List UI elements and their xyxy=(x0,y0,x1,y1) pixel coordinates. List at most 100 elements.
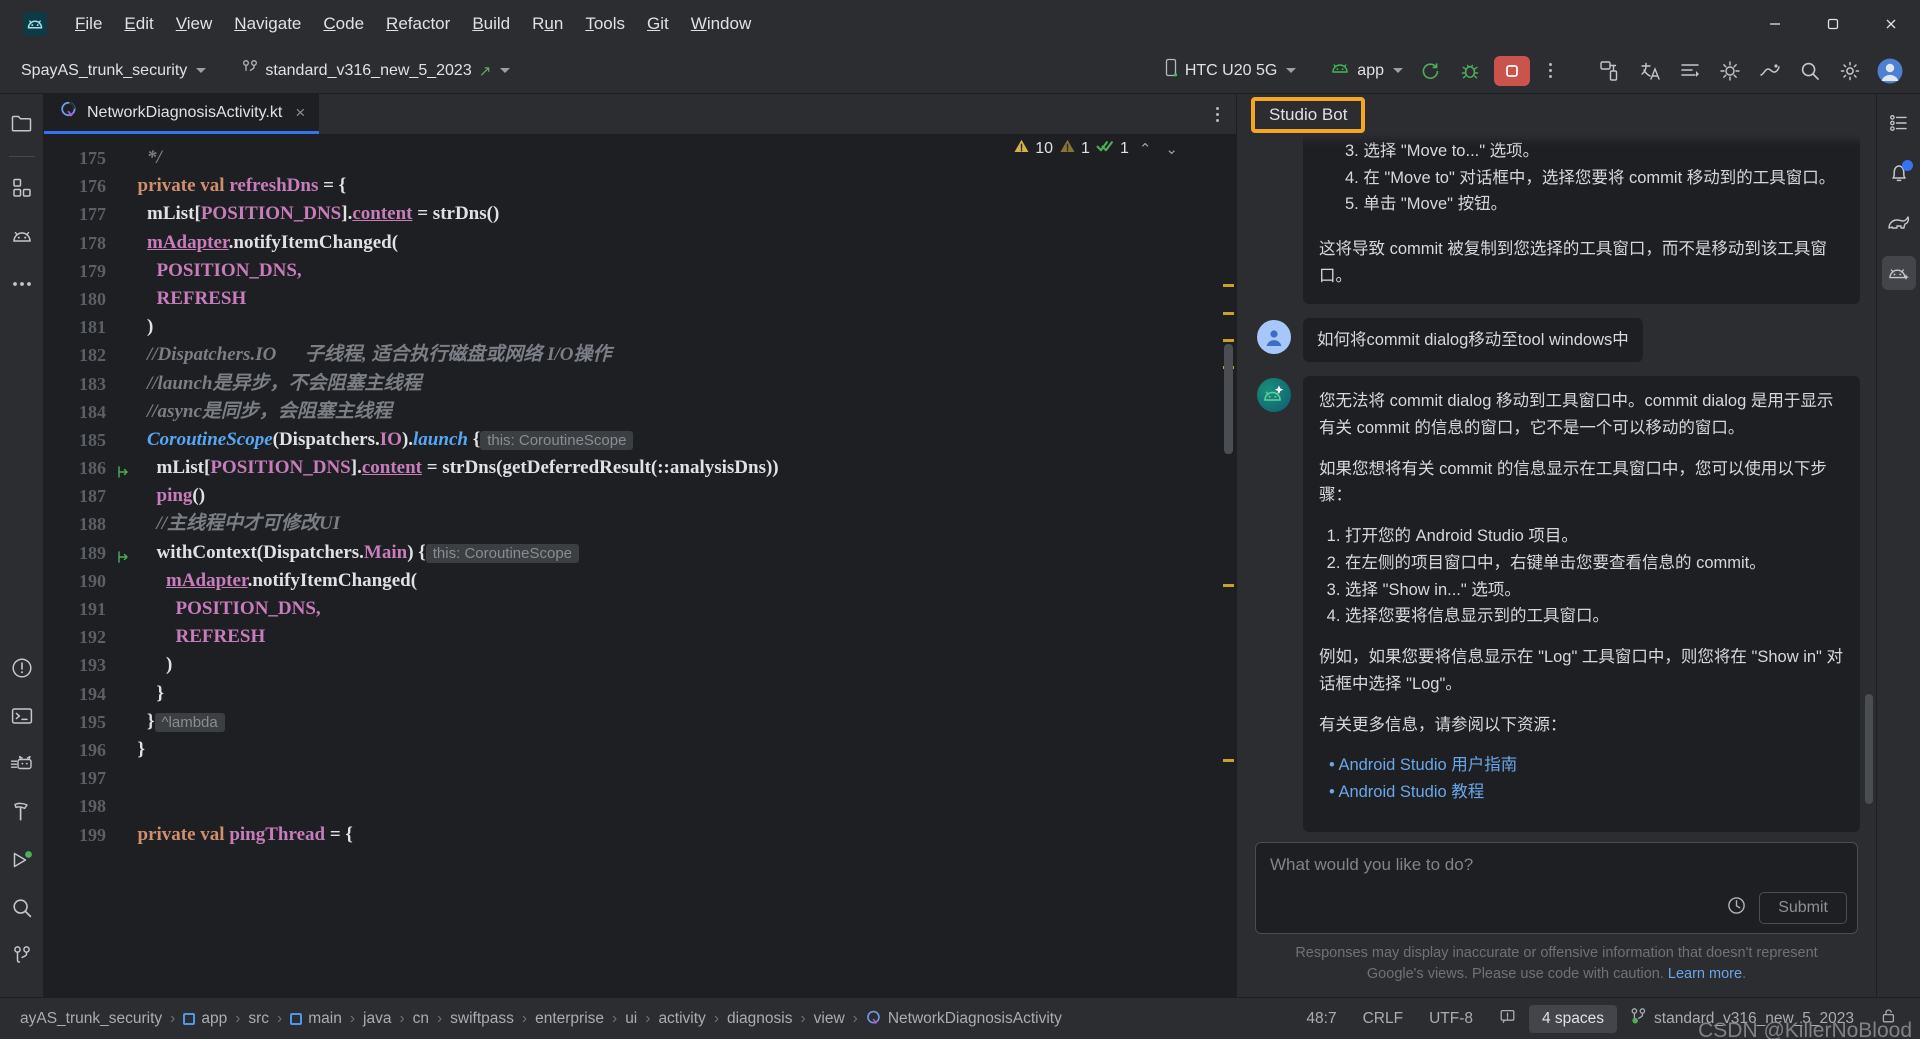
code-line[interactable]: POSITION_DNS, xyxy=(116,595,1220,623)
lock-icon[interactable] xyxy=(1867,1002,1910,1035)
breadcrumb-item[interactable]: view xyxy=(808,1007,851,1031)
translate-icon[interactable] xyxy=(1633,54,1667,88)
more-tool-windows-icon[interactable] xyxy=(5,267,39,301)
code-line[interactable]: mList[POSITION_DNS].content = strDns(get… xyxy=(116,454,1220,482)
menu-item-build[interactable]: Build xyxy=(461,9,521,39)
code-line[interactable]: POSITION_DNS, xyxy=(116,257,1220,285)
code-line[interactable]: ) xyxy=(116,651,1220,679)
code-line[interactable]: private val pingThread = { xyxy=(116,821,1220,849)
code-line[interactable] xyxy=(116,792,1220,820)
branch-selector[interactable]: standard_v316_new_5_2023 ↗ xyxy=(235,55,517,86)
indent-setting[interactable]: 4 spaces xyxy=(1529,1004,1618,1033)
encoding[interactable]: UTF-8 xyxy=(1416,1005,1486,1033)
breadcrumb-item[interactable]: NetworkDiagnosisActivity xyxy=(860,1007,1068,1031)
breadcrumb-item[interactable]: src xyxy=(242,1007,275,1031)
problems-icon[interactable] xyxy=(5,651,39,685)
inspection-widget[interactable]: 10 1 1 ⌃ ⌄ xyxy=(1013,138,1182,159)
menu-item-file[interactable]: File xyxy=(64,9,113,39)
run-icon[interactable] xyxy=(5,843,39,877)
code-line[interactable]: withContext(Dispatchers.Main) {this: Cor… xyxy=(116,539,1220,567)
code-line[interactable]: } ^lambda xyxy=(116,708,1220,736)
find-icon[interactable] xyxy=(5,891,39,925)
breadcrumb-item[interactable]: diagnosis xyxy=(721,1007,799,1031)
weak-warning-count[interactable]: 1 xyxy=(1059,138,1090,159)
breadcrumb-item[interactable]: main xyxy=(284,1007,348,1031)
code-line[interactable]: CoroutineScope(Dispatchers.IO).launch {t… xyxy=(116,426,1220,454)
breadcrumb-item[interactable]: activity xyxy=(652,1007,711,1031)
bell-icon[interactable] xyxy=(1882,156,1916,190)
terminal-icon[interactable] xyxy=(5,699,39,733)
project-selector[interactable]: SpayAS_trunk_security xyxy=(14,58,213,84)
code-line[interactable]: } xyxy=(116,680,1220,708)
bot-resource-link[interactable]: Android Studio 教程 xyxy=(1329,779,1844,806)
debug-icon[interactable] xyxy=(1453,54,1487,88)
menu-item-view[interactable]: View xyxy=(165,9,224,39)
code-line[interactable]: //主线程中才可修改UI xyxy=(116,510,1220,538)
more-actions-icon[interactable] xyxy=(1537,56,1563,86)
breadcrumb-item[interactable]: swiftpass xyxy=(444,1007,520,1031)
settings-gear-icon[interactable] xyxy=(1833,54,1867,88)
android-resource-icon[interactable] xyxy=(5,219,39,253)
code-line[interactable] xyxy=(116,764,1220,792)
menu-item-window[interactable]: Window xyxy=(680,9,762,39)
editor-marker-bar[interactable] xyxy=(1220,134,1236,997)
menu-item-refactor[interactable]: Refactor xyxy=(375,9,461,39)
logcat-icon[interactable] xyxy=(5,747,39,781)
breadcrumb-item[interactable]: app xyxy=(177,1007,233,1031)
menu-item-code[interactable]: Code xyxy=(312,9,375,39)
editor-more-icon[interactable] xyxy=(1204,99,1230,129)
chat-message-list[interactable]: 3. 选择 "Move to..." 选项。 4. 在 "Move to" 对话… xyxy=(1237,134,1876,832)
code-line[interactable]: REFRESH xyxy=(116,285,1220,313)
chevron-up-icon[interactable]: ⌃ xyxy=(1135,140,1156,158)
account-avatar-icon[interactable] xyxy=(1873,54,1907,88)
breadcrumb-item[interactable]: enterprise xyxy=(529,1007,610,1031)
breadcrumb-item[interactable]: cn xyxy=(407,1007,435,1031)
run-config-selector[interactable]: app xyxy=(1323,57,1410,84)
breadcrumb-item[interactable]: ui xyxy=(619,1007,643,1031)
learn-more-link[interactable]: Learn more xyxy=(1668,966,1742,982)
chat-scrollbar-thumb[interactable] xyxy=(1865,694,1873,804)
read-only-indicator-icon[interactable] xyxy=(1486,1003,1529,1035)
bot-resource-link[interactable]: Android Studio 用户指南 xyxy=(1329,752,1844,779)
close-icon[interactable] xyxy=(1862,0,1920,48)
menu-item-git[interactable]: Git xyxy=(636,9,680,39)
clock-history-icon[interactable] xyxy=(1726,895,1747,921)
minimize-icon[interactable] xyxy=(1746,0,1804,48)
check-count[interactable]: 1 xyxy=(1096,138,1129,159)
device-selector[interactable]: HTC U20 5G xyxy=(1157,54,1303,87)
chevron-down-icon[interactable]: ⌄ xyxy=(1161,140,1182,158)
code-line[interactable]: ) xyxy=(116,313,1220,341)
notifications-list-icon[interactable] xyxy=(1882,106,1916,140)
device-manager-icon[interactable] xyxy=(1593,54,1627,88)
caret-position[interactable]: 48:7 xyxy=(1293,1005,1349,1033)
code-line[interactable]: } xyxy=(116,736,1220,764)
studio-bot-icon[interactable] xyxy=(1881,256,1916,290)
build-icon[interactable] xyxy=(5,795,39,829)
editor-area[interactable]: 175 176 177 178 179 180 181 182 183 184 185 186 187 1… xyxy=(44,134,1236,997)
git-icon[interactable] xyxy=(5,939,39,973)
code-line[interactable]: //async是同步，会阻塞主线程 xyxy=(116,398,1220,426)
sync-icon[interactable] xyxy=(1413,54,1447,88)
code-line[interactable]: //Dispatchers.IO 子线程, 适合执行磁盘或网络 I/O操作 xyxy=(116,341,1220,369)
branch-status[interactable]: standard_v316_new_5_2023 xyxy=(1617,1002,1867,1035)
maximize-icon[interactable] xyxy=(1804,0,1862,48)
search-icon[interactable] xyxy=(1793,54,1827,88)
layout-inspector-icon[interactable] xyxy=(1673,54,1707,88)
code-line[interactable]: mList[POSITION_DNS].content = strDns() xyxy=(116,200,1220,228)
code-line[interactable]: REFRESH xyxy=(116,623,1220,651)
line-separator[interactable]: CRLF xyxy=(1350,1005,1416,1033)
menu-item-tools[interactable]: Tools xyxy=(574,9,636,39)
logcat-icon[interactable] xyxy=(1753,54,1787,88)
prompt-input[interactable]: What would you like to do? Submit xyxy=(1255,841,1858,934)
editor-scrollbar-thumb[interactable] xyxy=(1224,344,1233,454)
code-line[interactable]: mAdapter.notifyItemChanged( xyxy=(116,229,1220,257)
menu-item-navigate[interactable]: Navigate xyxy=(223,9,312,39)
stop-button[interactable] xyxy=(1494,55,1530,86)
editor-tab[interactable]: NetworkDiagnosisActivity.kt × xyxy=(44,94,320,134)
code-line[interactable]: mAdapter.notifyItemChanged( xyxy=(116,567,1220,595)
breadcrumb-item[interactable]: ayAS_trunk_security xyxy=(14,1007,168,1031)
project-icon[interactable] xyxy=(5,106,39,140)
code-line[interactable]: private val refreshDns = { xyxy=(116,172,1220,200)
code-content[interactable]: */ private val refreshDns = { mList[POSI… xyxy=(116,134,1220,997)
profiler-icon[interactable] xyxy=(1713,54,1747,88)
